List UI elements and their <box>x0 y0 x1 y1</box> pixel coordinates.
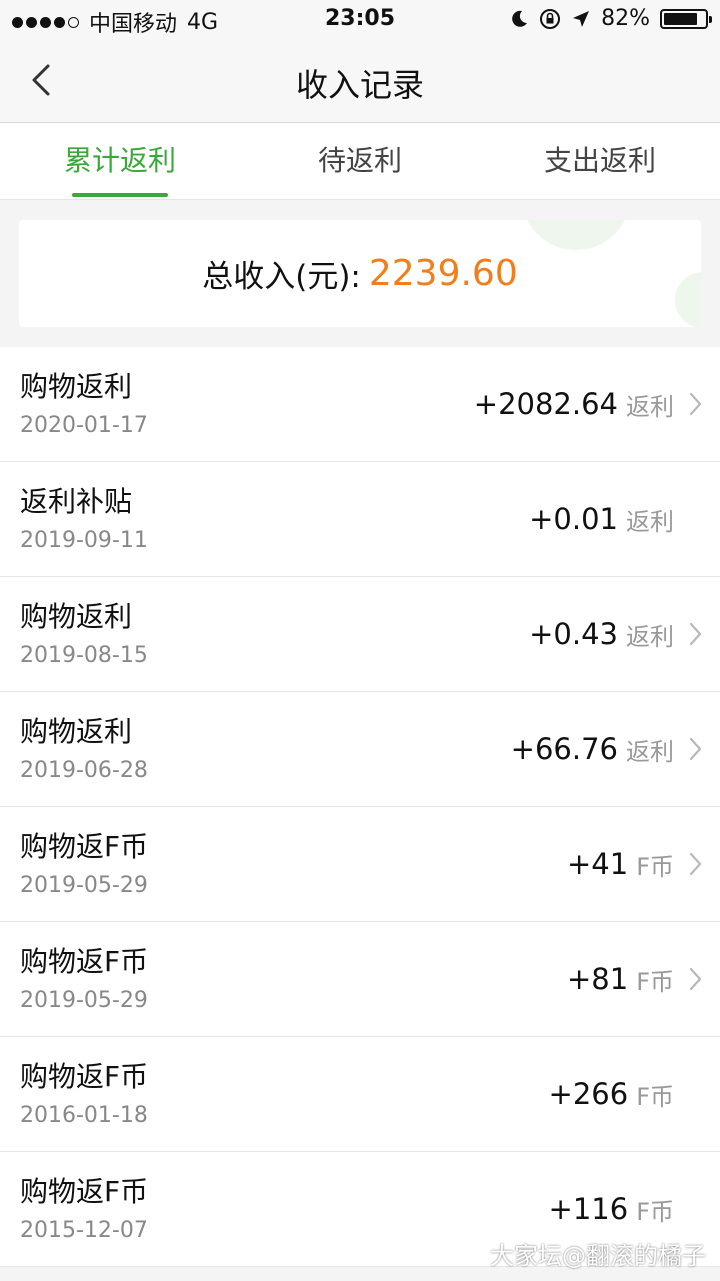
tab-pending-rebate[interactable]: 待返利 <box>240 123 480 199</box>
record-title: 购物返F币 <box>20 1060 149 1093</box>
record-date: 2019-05-29 <box>20 988 148 1013</box>
record-unit: F币 <box>636 967 674 996</box>
record-title: 购物返F币 <box>20 945 149 978</box>
rotation-lock-icon <box>540 8 561 29</box>
chevron-right-icon[interactable] <box>684 391 706 417</box>
record-date: 2020-01-17 <box>20 413 148 438</box>
record-amount: +0.01 <box>529 502 618 536</box>
chevron-placeholder <box>684 1081 706 1107</box>
status-right: 82% <box>509 6 712 31</box>
chevron-placeholder <box>684 1196 706 1222</box>
record-date: 2019-06-28 <box>20 758 148 783</box>
record-title: 购物返利 <box>20 600 133 633</box>
record-title: 购物返利 <box>20 370 133 403</box>
record-row[interactable]: 购物返利 2020-01-17 +2082.64 返利 <box>0 347 720 462</box>
record-title: 返利补贴 <box>20 485 133 518</box>
record-amount-group: +41 F币 <box>567 807 706 921</box>
record-row[interactable]: 购物返利 2019-08-15 +0.43 返利 <box>0 577 720 692</box>
record-amount: +2082.64 <box>473 387 618 421</box>
record-date: 2016-01-18 <box>20 1103 148 1128</box>
record-row[interactable]: 购物返F币 2019-05-29 +81 F币 <box>0 922 720 1037</box>
tab-bar: 累计返利 待返利 支出返利 <box>0 123 720 200</box>
record-amount: +66.76 <box>510 732 618 766</box>
battery-percent: 82% <box>601 6 650 31</box>
record-amount-group: +0.43 返利 <box>529 577 706 691</box>
record-amount: +0.43 <box>529 617 618 651</box>
status-bar: 中国移动 4G 23:05 82% <box>0 0 720 40</box>
nav-bar: 收入记录 <box>0 40 720 123</box>
record-date: 2019-09-11 <box>20 528 148 553</box>
total-income-value: 2239.60 <box>368 253 518 294</box>
total-income-label: 总收入(元): <box>202 259 361 295</box>
watermark: 大家坛@翻滚的橘子 <box>490 1242 706 1270</box>
decorative-circle <box>521 220 631 250</box>
record-row[interactable]: 购物返利 2019-06-28 +66.76 返利 <box>0 692 720 807</box>
record-amount-group: +266 F币 <box>549 1037 706 1151</box>
chevron-right-icon[interactable] <box>684 621 706 647</box>
chevron-right-icon[interactable] <box>684 966 706 992</box>
record-amount-group: +81 F币 <box>567 922 706 1036</box>
record-unit: F币 <box>636 852 674 881</box>
record-unit: 返利 <box>626 392 674 421</box>
record-amount-group: +66.76 返利 <box>511 692 706 806</box>
income-record-list: 购物返利 2020-01-17 +2082.64 返利 返利补贴 2019-09-11 +0… <box>0 347 720 1267</box>
record-date: 2015-12-07 <box>20 1218 148 1243</box>
record-unit: F币 <box>636 1082 674 1111</box>
record-amount: +41 <box>566 847 629 881</box>
battery-icon <box>660 8 712 29</box>
record-amount: +266 <box>548 1077 629 1111</box>
moon-icon <box>512 10 528 27</box>
summary-section: 总收入(元): 2239.60 <box>0 200 720 347</box>
chevron-right-icon[interactable] <box>684 736 706 762</box>
record-row: 购物返F币 2016-01-18 +266 F币 <box>0 1037 720 1152</box>
record-amount-group: +2082.64 返利 <box>474 347 706 461</box>
record-amount: +81 <box>566 962 629 996</box>
tab-cumulative-rebate[interactable]: 累计返利 <box>0 123 240 199</box>
record-date: 2019-08-15 <box>20 643 148 668</box>
record-unit: 返利 <box>626 507 674 536</box>
record-amount: +116 <box>548 1192 629 1226</box>
record-amount-group: +0.01 返利 <box>529 462 706 576</box>
record-row[interactable]: 购物返F币 2019-05-29 +41 F币 <box>0 807 720 922</box>
record-date: 2019-05-29 <box>20 873 148 898</box>
record-unit: 返利 <box>626 622 674 651</box>
page-title: 收入记录 <box>295 66 424 104</box>
record-row: 返利补贴 2019-09-11 +0.01 返利 <box>0 462 720 577</box>
record-title: 购物返利 <box>20 715 133 748</box>
chevron-placeholder <box>684 506 706 532</box>
tab-expense-rebate[interactable]: 支出返利 <box>480 123 720 199</box>
record-unit: 返利 <box>626 737 674 766</box>
location-icon <box>573 10 590 27</box>
total-income-card: 总收入(元): 2239.60 <box>19 220 701 327</box>
record-title: 购物返F币 <box>20 830 149 863</box>
decorative-circle <box>675 272 701 327</box>
chevron-right-icon[interactable] <box>684 851 706 877</box>
record-unit: F币 <box>636 1197 674 1226</box>
record-title: 购物返F币 <box>20 1175 149 1208</box>
